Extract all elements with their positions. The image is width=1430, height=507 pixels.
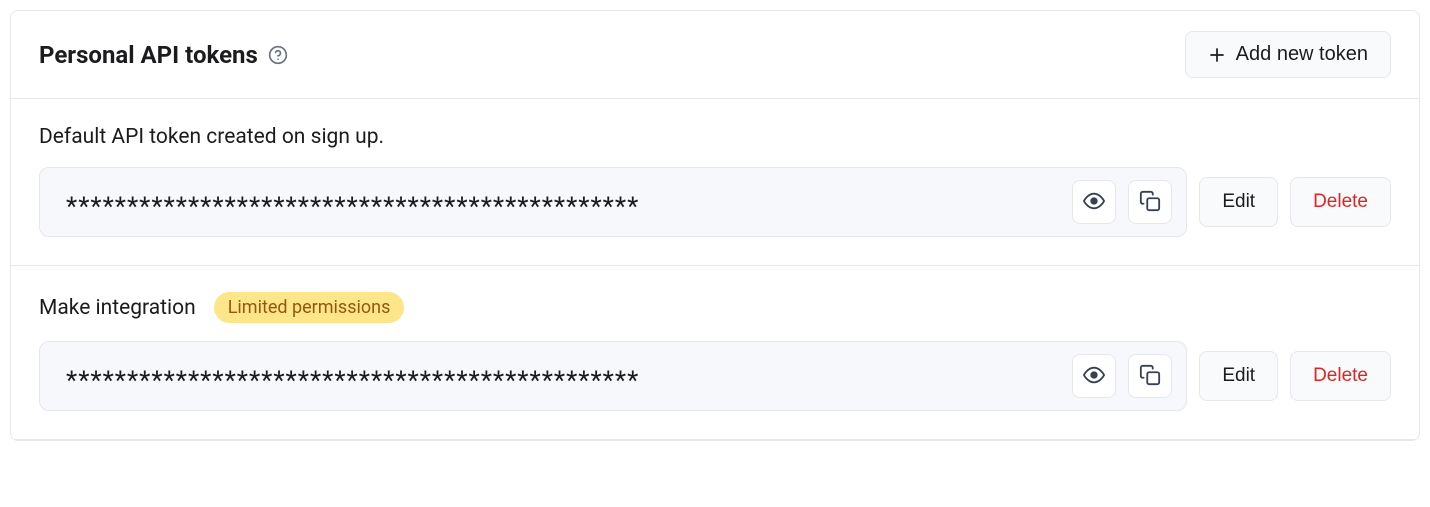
token-field: ****************************************… bbox=[39, 341, 1187, 411]
token-name: Make integration bbox=[39, 296, 196, 320]
token-label-row: Make integration Limited permissions bbox=[39, 292, 1391, 323]
panel-header: Personal API tokens Add new token bbox=[11, 11, 1419, 99]
token-field: ****************************************… bbox=[39, 167, 1187, 237]
delete-button[interactable]: Delete bbox=[1290, 351, 1391, 401]
eye-icon bbox=[1083, 190, 1105, 215]
edit-button[interactable]: Edit bbox=[1199, 177, 1278, 227]
token-row: ****************************************… bbox=[39, 167, 1391, 237]
delete-button[interactable]: Delete bbox=[1290, 177, 1391, 227]
page-title: Personal API tokens bbox=[39, 41, 258, 69]
token-mask: ****************************************… bbox=[66, 184, 1060, 220]
api-tokens-panel: Personal API tokens Add new token Defau bbox=[10, 10, 1420, 441]
help-icon[interactable] bbox=[268, 45, 288, 65]
eye-icon bbox=[1083, 364, 1105, 389]
token-row: ****************************************… bbox=[39, 341, 1391, 411]
edit-button[interactable]: Edit bbox=[1199, 351, 1278, 401]
token-item: Default API token created on sign up. **… bbox=[11, 99, 1419, 266]
copy-token-button[interactable] bbox=[1128, 354, 1172, 398]
panel-title-wrap: Personal API tokens bbox=[39, 41, 288, 69]
permissions-badge: Limited permissions bbox=[214, 292, 405, 323]
token-item: Make integration Limited permissions ***… bbox=[11, 266, 1419, 440]
copy-icon bbox=[1139, 364, 1161, 389]
add-new-token-button[interactable]: Add new token bbox=[1185, 31, 1391, 78]
copy-token-button[interactable] bbox=[1128, 180, 1172, 224]
plus-icon bbox=[1208, 46, 1226, 64]
copy-icon bbox=[1139, 190, 1161, 215]
token-label-row: Default API token created on sign up. bbox=[39, 125, 1391, 149]
reveal-token-button[interactable] bbox=[1072, 180, 1116, 224]
token-mask: ****************************************… bbox=[66, 358, 1060, 394]
add-new-token-label: Add new token bbox=[1236, 43, 1368, 66]
token-name: Default API token created on sign up. bbox=[39, 125, 384, 149]
reveal-token-button[interactable] bbox=[1072, 354, 1116, 398]
